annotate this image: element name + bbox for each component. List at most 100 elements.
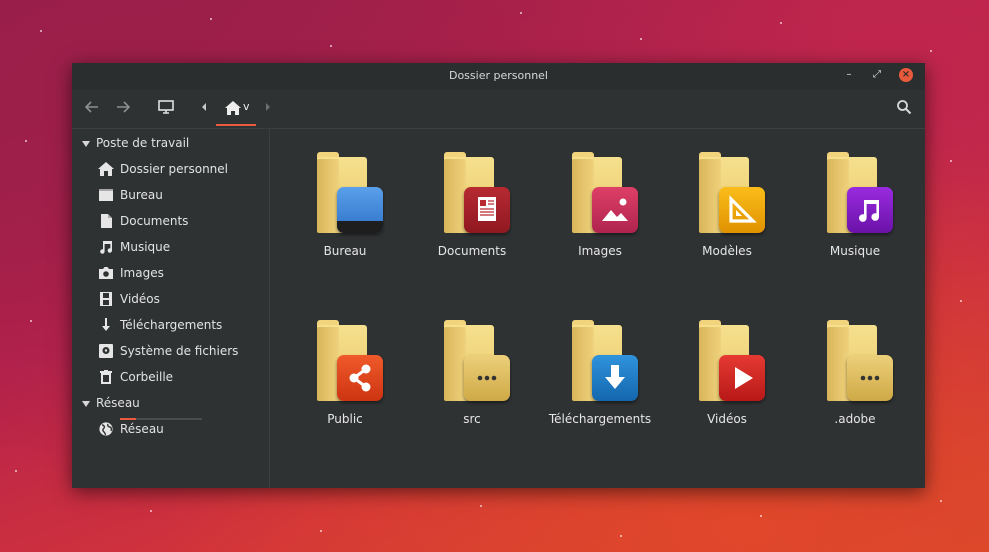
sidebar-item-videos[interactable]: Vidéos [98, 289, 263, 309]
folder-label: .adobe [834, 412, 876, 426]
folder-label: Public [327, 412, 363, 426]
image-badge-icon [592, 187, 638, 233]
crumb-scroll-left[interactable] [200, 99, 208, 120]
breadcrumb-active-indicator [216, 124, 256, 126]
sidebar-section-places[interactable]: Poste de travail [82, 133, 189, 153]
file-manager-window: Dossier personnel – ⤢ × v Poste de trava… [72, 63, 925, 488]
toolbar: v [72, 90, 925, 129]
sidebar-item-images[interactable]: Images [98, 263, 263, 283]
home-icon [225, 101, 241, 115]
folder-icon [317, 320, 383, 401]
minimize-button[interactable]: – [842, 68, 856, 82]
sidebar-item-label: Réseau [120, 422, 164, 436]
folder-icon [827, 152, 893, 233]
folder-label: Musique [829, 244, 881, 258]
sidebar-item-label: Vidéos [120, 292, 160, 306]
sidebar-item-network[interactable]: Réseau [98, 419, 263, 439]
folder-icon [444, 320, 510, 401]
folder-icon [699, 152, 765, 233]
sidebar-item-home[interactable]: Dossier personnel [98, 159, 263, 179]
desktop-badge-icon [337, 187, 383, 233]
document-icon [101, 214, 112, 228]
close-button[interactable]: × [899, 68, 913, 82]
folder-icon [317, 152, 383, 233]
folder-icon [572, 152, 638, 233]
folder-icon [827, 320, 893, 401]
sidebar-item-downloads[interactable]: Téléchargements [98, 315, 263, 335]
sidebar-item-label: Bureau [120, 188, 163, 202]
sidebar-item-label: Documents [120, 214, 189, 228]
folder-item-modeles[interactable]: Modèles [668, 129, 786, 269]
file-view: Bureau Documents Images Modèles Musique … [270, 129, 925, 488]
sidebar-item-label: Téléchargements [120, 318, 223, 332]
breadcrumb-home[interactable]: v [222, 99, 256, 119]
sidebar-item-label: Musique [120, 240, 171, 254]
folder-icon [699, 320, 765, 401]
document-badge-icon [464, 187, 510, 233]
folder-item-src[interactable]: src [413, 297, 531, 437]
section-label: Réseau [96, 396, 140, 410]
caret-left-icon [202, 103, 206, 111]
computer-button[interactable] [157, 99, 175, 120]
folder-item-adobe[interactable]: .adobe [796, 297, 914, 437]
folder-item-telechargements[interactable]: Téléchargements [541, 297, 659, 437]
maximize-button[interactable]: ⤢ [870, 68, 884, 82]
expand-triangle-icon [82, 400, 90, 407]
music-badge-icon [847, 187, 893, 233]
folder-item-public[interactable]: Public [286, 297, 404, 437]
folder-icon [444, 152, 510, 233]
sidebar-item-label: Corbeille [120, 370, 174, 384]
film-icon [100, 292, 112, 306]
folder-label: Vidéos [707, 412, 747, 426]
folder-label: Images [578, 244, 622, 258]
sidebar-item-label: Système de fichiers [120, 344, 239, 358]
window-title: Dossier personnel [448, 69, 548, 82]
folder-label: Bureau [323, 244, 367, 258]
sidebar-item-documents[interactable]: Documents [98, 211, 263, 231]
drive-icon [99, 344, 113, 358]
sidebar-item-label: Images [120, 266, 164, 280]
back-button[interactable] [84, 99, 100, 120]
sidebar-item-trash[interactable]: Corbeille [98, 367, 263, 387]
titlebar[interactable]: Dossier personnel – ⤢ × [72, 63, 925, 90]
download-badge-icon [592, 355, 638, 401]
folder-item-bureau[interactable]: Bureau [286, 129, 404, 269]
folder-item-videos[interactable]: Vidéos [668, 297, 786, 437]
folder-label: Documents [437, 244, 507, 258]
camera-icon [99, 267, 113, 279]
template-badge-icon [719, 187, 765, 233]
arrow-right-icon [117, 101, 131, 113]
download-icon [102, 318, 110, 331]
share-badge-icon [337, 355, 383, 401]
sidebar-item-music[interactable]: Musique [98, 237, 263, 257]
expand-triangle-icon [82, 140, 90, 147]
globe-icon [99, 422, 113, 436]
sidebar-item-filesystem[interactable]: Système de fichiers [98, 341, 263, 361]
folder-label: Modèles [702, 244, 752, 258]
music-note-icon [100, 241, 113, 254]
folder-item-documents[interactable]: Documents [413, 129, 531, 269]
folder-label: src [463, 412, 481, 426]
folder-item-musique[interactable]: Musique [796, 129, 914, 269]
monitor-icon [158, 100, 174, 114]
generic-badge-icon [464, 355, 510, 401]
section-label: Poste de travail [96, 136, 190, 150]
trash-icon [100, 370, 112, 384]
sidebar-item-label: Dossier personnel [120, 162, 229, 176]
search-button[interactable] [896, 99, 912, 120]
forward-button[interactable] [115, 99, 131, 120]
desktop-icon [99, 189, 113, 201]
generic-badge-icon [847, 355, 893, 401]
folder-icon [572, 320, 638, 401]
sidebar-item-desktop[interactable]: Bureau [98, 185, 263, 205]
folder-label: Téléchargements [548, 412, 652, 426]
arrow-left-icon [84, 101, 98, 113]
caret-right-icon [266, 103, 270, 111]
crumb-scroll-right[interactable] [264, 99, 272, 120]
home-icon [98, 162, 114, 176]
folder-item-images[interactable]: Images [541, 129, 659, 269]
video-badge-icon [719, 355, 765, 401]
crumb-caret: v [243, 100, 250, 113]
search-icon [897, 100, 912, 115]
sidebar-section-network[interactable]: Réseau [82, 393, 140, 413]
